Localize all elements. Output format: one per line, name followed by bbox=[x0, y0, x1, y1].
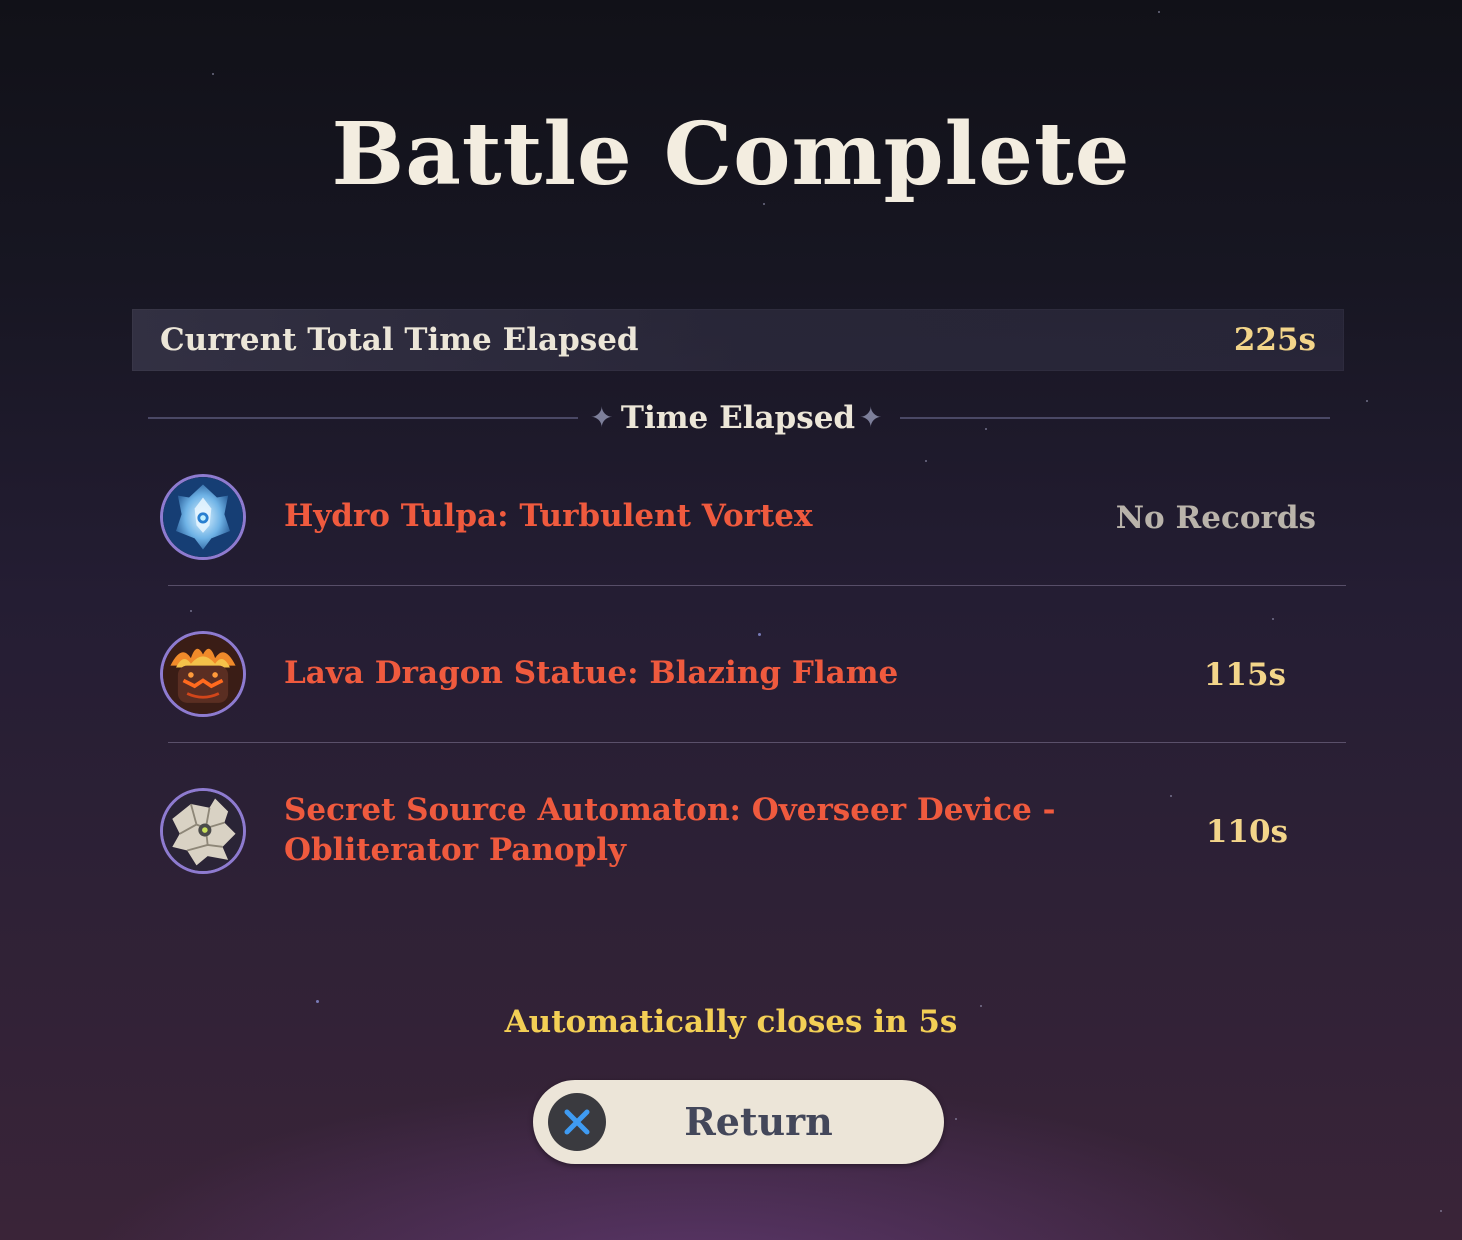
star-decoration bbox=[1440, 1210, 1442, 1212]
star-decoration bbox=[1272, 618, 1274, 620]
row-divider bbox=[168, 585, 1346, 586]
total-time-value: 225s bbox=[1233, 322, 1316, 358]
boss-name: Lava Dragon Statue: Blazing Flame bbox=[284, 655, 899, 691]
star-decoration bbox=[955, 1118, 957, 1120]
star-decoration bbox=[190, 610, 192, 612]
list-item: Lava Dragon Statue: Blazing Flame 115s bbox=[160, 631, 1346, 719]
boss-time: 115s bbox=[1203, 657, 1286, 693]
boss-name: Secret Source Automaton: Overseer Device… bbox=[284, 790, 1055, 870]
boss-name: Hydro Tulpa: Turbulent Vortex bbox=[284, 498, 813, 534]
list-item: Secret Source Automaton: Overseer Device… bbox=[160, 788, 1346, 876]
total-time-label: Current Total Time Elapsed bbox=[160, 322, 639, 358]
star-decoration bbox=[1366, 400, 1368, 402]
hydro-tulpa-icon bbox=[160, 474, 246, 560]
return-button-label: Return bbox=[684, 1099, 833, 1144]
page-title: Battle Complete bbox=[331, 104, 1131, 205]
boss-time: 110s bbox=[1205, 814, 1288, 850]
divider-line-right bbox=[900, 417, 1330, 419]
secret-source-automaton-icon bbox=[160, 788, 246, 874]
row-divider bbox=[168, 742, 1346, 743]
list-item: Hydro Tulpa: Turbulent Vortex No Records bbox=[160, 474, 1346, 562]
total-time-bar: Current Total Time Elapsed 225s bbox=[132, 309, 1344, 371]
return-button[interactable]: Return bbox=[533, 1080, 944, 1164]
auto-close-countdown: Automatically closes in 5s bbox=[504, 1004, 958, 1040]
boss-name-line-2: Obliterator Panoply bbox=[284, 832, 627, 868]
star-decoration bbox=[212, 73, 214, 75]
boss-name-line-1: Secret Source Automaton: Overseer Device… bbox=[284, 792, 1056, 828]
boss-time: No Records bbox=[1115, 500, 1316, 536]
sparkle-icon: ✦ bbox=[859, 401, 883, 434]
section-title: Time Elapsed bbox=[620, 400, 856, 436]
star-decoration bbox=[1158, 11, 1160, 13]
lava-dragon-statue-icon bbox=[160, 631, 246, 717]
star-decoration bbox=[925, 460, 927, 462]
divider-line-left bbox=[148, 417, 578, 419]
star-decoration bbox=[985, 428, 987, 430]
